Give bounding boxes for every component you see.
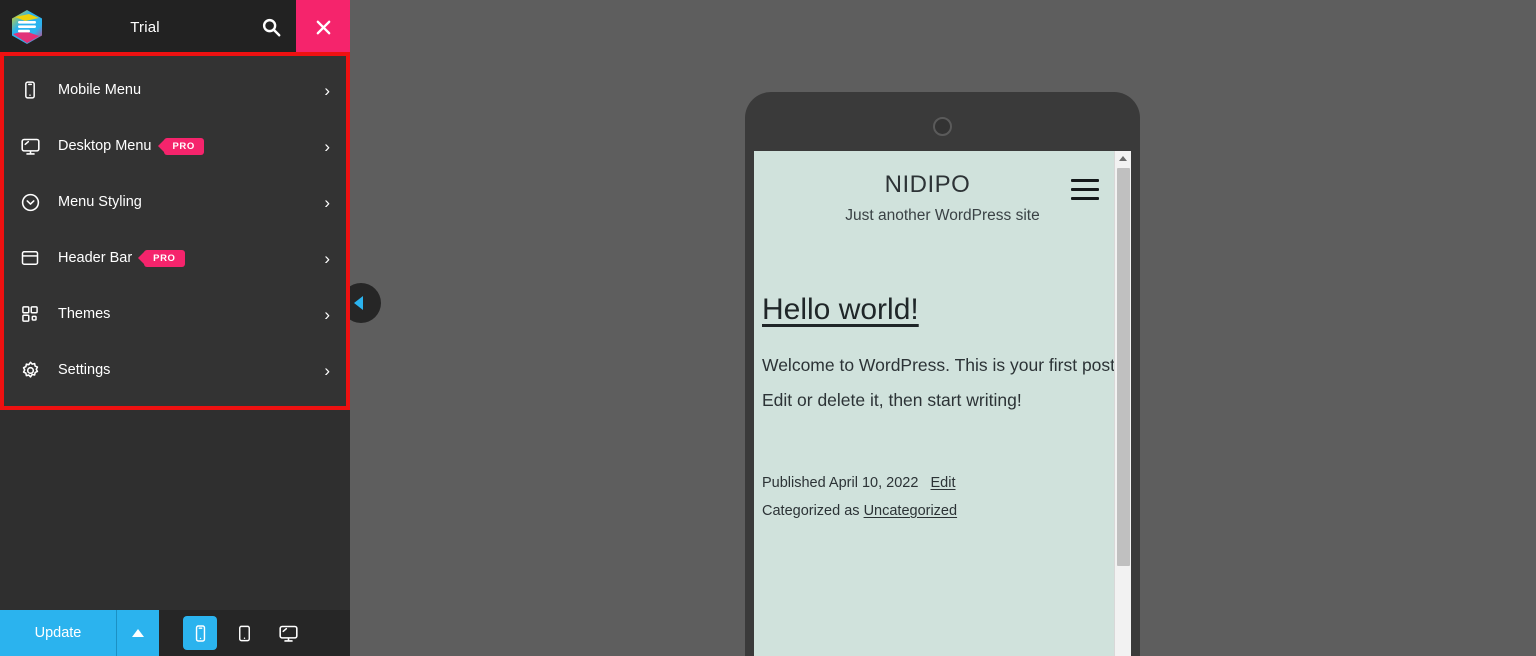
menu-item-menu-styling[interactable]: Menu Styling › <box>4 174 346 230</box>
panel-collapse-up-button[interactable] <box>117 610 159 656</box>
chevron-right-icon: › <box>324 248 330 268</box>
menu-item-desktop-menu[interactable]: Desktop Menu PRO › <box>4 118 346 174</box>
highlighted-menu-section: Mobile Menu › Desktop Menu PRO › Menu St… <box>0 52 350 410</box>
triangle-left-icon <box>353 296 363 310</box>
device-button-desktop[interactable] <box>271 616 305 650</box>
chevron-right-icon: › <box>324 360 330 380</box>
device-preview-switcher <box>159 610 305 656</box>
circle-chevron-down-icon <box>20 192 50 213</box>
phone-camera-icon <box>933 116 952 136</box>
close-panel-button[interactable] <box>296 0 350 54</box>
menu-item-label: Themes <box>58 306 111 322</box>
search-icon <box>262 18 281 37</box>
customizer-panel: Trial Mobile Menu › Desktop Menu PRO › M… <box>0 0 350 656</box>
post-title-link[interactable]: Hello world! <box>762 293 1123 326</box>
menu-item-label: Menu Styling <box>58 194 142 210</box>
search-button[interactable] <box>246 0 296 54</box>
post-category-line: Categorized as Uncategorized <box>762 497 1123 525</box>
update-button[interactable]: Update <box>0 610 117 656</box>
tablet-icon <box>238 625 250 641</box>
menu-item-mobile-menu[interactable]: Mobile Menu › <box>4 62 346 118</box>
site-header: NIDIPO Just another WordPress site <box>754 151 1131 227</box>
panel-title: Trial <box>130 18 160 36</box>
menu-item-settings[interactable]: Settings › <box>4 342 346 398</box>
categorized-label: Categorized as <box>762 502 860 519</box>
phone-preview-frame: NIDIPO Just another WordPress site Hello… <box>745 92 1140 656</box>
close-icon <box>316 20 330 34</box>
post-published-line: Published April 10, 2022 Edit <box>762 469 1123 497</box>
menu-item-label: Settings <box>58 362 111 378</box>
scroll-up-arrow-icon[interactable] <box>1115 151 1131 166</box>
category-link[interactable]: Uncategorized <box>864 503 958 519</box>
menu-item-themes[interactable]: Themes › <box>4 286 346 342</box>
chevron-right-icon: › <box>324 192 330 212</box>
site-tagline: Just another WordPress site <box>845 207 1040 224</box>
chevron-right-icon: › <box>324 304 330 324</box>
post-body-text: Welcome to WordPress. This is your first… <box>762 355 1120 410</box>
menu-item-header-bar[interactable]: Header Bar PRO › <box>4 230 346 286</box>
menu-item-label: Mobile Menu <box>58 82 142 98</box>
edit-post-link[interactable]: Edit <box>931 475 956 491</box>
mobile-phone-icon <box>195 624 205 642</box>
phone-bezel-top <box>754 101 1131 151</box>
hamburger-menu-icon[interactable] <box>1071 179 1099 200</box>
published-label: Published April 10, 2022 <box>762 474 919 491</box>
device-button-mobile[interactable] <box>183 616 217 650</box>
pro-badge: PRO <box>163 137 204 155</box>
post-meta: Published April 10, 2022 Edit Categorize… <box>762 469 1123 526</box>
menu-item-label: Desktop Menu <box>58 138 152 154</box>
phone-screen: NIDIPO Just another WordPress site Hello… <box>754 151 1131 656</box>
scrollbar-thumb[interactable] <box>1117 168 1130 566</box>
chevron-right-icon: › <box>324 136 330 156</box>
triangle-up-icon <box>132 629 144 637</box>
menu-item-label: Header Bar <box>58 250 133 266</box>
header-bar-icon <box>20 248 50 268</box>
preview-area: NIDIPO Just another WordPress site Hello… <box>350 0 1536 656</box>
preview-scrollbar[interactable] <box>1114 151 1131 656</box>
desktop-monitor-icon <box>278 625 298 642</box>
gear-icon <box>20 360 50 381</box>
chevron-right-icon: › <box>324 80 330 100</box>
pro-badge: PRO <box>144 249 185 267</box>
panel-bottom-toolbar: Update <box>0 610 350 656</box>
mobile-phone-icon <box>20 80 50 100</box>
panel-header: Trial <box>0 0 350 54</box>
customizer-screen: NIDIPO Just another WordPress site Hello… <box>0 0 1536 656</box>
device-button-tablet[interactable] <box>227 616 261 650</box>
hexagon-menu-logo-icon <box>12 10 42 44</box>
post-article: Hello world! Welcome to WordPress. This … <box>754 227 1131 525</box>
desktop-monitor-icon <box>20 136 50 157</box>
grid-squares-icon <box>20 304 50 324</box>
